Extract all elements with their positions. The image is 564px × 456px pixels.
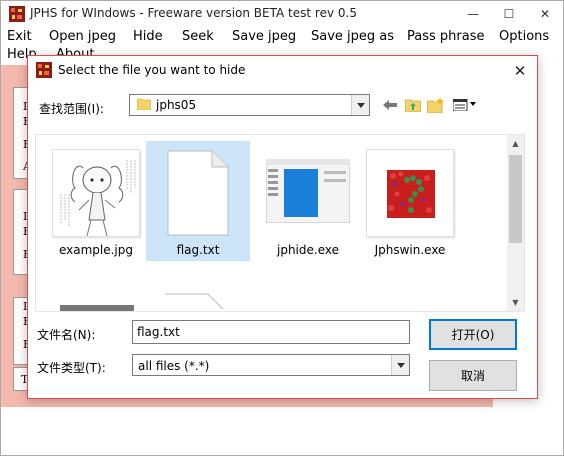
file-item-jphide-exe[interactable]: jphide.exe xyxy=(256,141,360,261)
chevron-down-icon[interactable] xyxy=(391,355,409,375)
open-button[interactable]: 打开(O) xyxy=(429,319,517,350)
file-list[interactable]: example.jpg flag.txt jphide.exe Jphswin.… xyxy=(35,134,525,312)
partial-thumbnail xyxy=(60,305,134,311)
filetype-label: 文件类型(T): xyxy=(37,361,106,375)
look-in-dropdown[interactable]: jphs05 xyxy=(129,94,370,116)
menu-seek[interactable]: Seek xyxy=(182,29,214,44)
filename-input[interactable] xyxy=(132,320,410,344)
file-item-jphswin-exe[interactable]: Jphswin.exe xyxy=(358,141,462,261)
file-name: example.jpg xyxy=(58,243,134,257)
app-logo-icon xyxy=(36,62,52,78)
app-logo-icon xyxy=(9,6,25,22)
vertical-scrollbar[interactable]: ▲ ▼ xyxy=(507,135,524,311)
menu-open-jpeg[interactable]: Open jpeg xyxy=(49,29,116,44)
anime-thumbnail-icon xyxy=(52,149,140,237)
filetype-select[interactable]: all files (*.*) xyxy=(132,354,410,376)
dialog-title: Select the file you want to hide xyxy=(58,63,246,77)
view-menu-icon[interactable] xyxy=(452,96,478,114)
application-window-icon xyxy=(265,158,351,224)
dialog-titlebar: Select the file you want to hide ✕ xyxy=(28,56,537,86)
dialog-close-button[interactable]: ✕ xyxy=(503,56,537,86)
menu-options[interactable]: Options xyxy=(499,29,549,44)
file-item-flag-txt[interactable]: flag.txt xyxy=(146,141,250,261)
scroll-up-icon[interactable]: ▲ xyxy=(507,135,524,152)
up-folder-icon[interactable] xyxy=(403,96,423,114)
filetype-value: all files (*.*) xyxy=(138,359,210,373)
minimize-button[interactable]: — xyxy=(455,1,491,27)
maximize-button[interactable]: ☐ xyxy=(491,1,527,27)
file-name: Jphswin.exe xyxy=(374,243,446,257)
menu-save-jpeg-as[interactable]: Save jpeg as xyxy=(311,29,394,44)
look-in-value: jphs05 xyxy=(156,98,197,112)
file-name: jphide.exe xyxy=(277,243,339,257)
partial-document-icon xyxy=(164,293,224,311)
color-dot-image-icon xyxy=(366,149,454,237)
menu-hide[interactable]: Hide xyxy=(133,29,163,44)
close-button[interactable]: ✕ xyxy=(527,1,563,27)
text-document-icon xyxy=(166,149,230,237)
app-title: JPHS for WIndows - Freeware version BETA… xyxy=(30,6,357,20)
folder-icon xyxy=(137,98,151,110)
look-in-label: 查找范围(I): xyxy=(39,102,104,116)
filename-label: 文件名(N): xyxy=(37,328,96,342)
scroll-down-icon[interactable]: ▼ xyxy=(507,294,524,311)
scroll-thumb[interactable] xyxy=(509,155,522,243)
back-arrow-icon[interactable] xyxy=(380,96,400,114)
file-name: flag.txt xyxy=(176,243,220,257)
cancel-button[interactable]: 取消 xyxy=(429,360,517,391)
menu-pass-phrase[interactable]: Pass phrase xyxy=(407,29,484,44)
app-titlebar: JPHS for WIndows - Freeware version BETA… xyxy=(1,1,563,27)
menu-exit[interactable]: Exit xyxy=(7,29,32,44)
file-item-example-jpg[interactable]: example.jpg xyxy=(44,141,148,261)
menu-save-jpeg[interactable]: Save jpeg xyxy=(232,29,296,44)
new-folder-icon[interactable] xyxy=(426,96,446,114)
chevron-down-icon[interactable] xyxy=(351,95,369,115)
file-open-dialog: Select the file you want to hide ✕ 查找范围(… xyxy=(27,55,538,399)
